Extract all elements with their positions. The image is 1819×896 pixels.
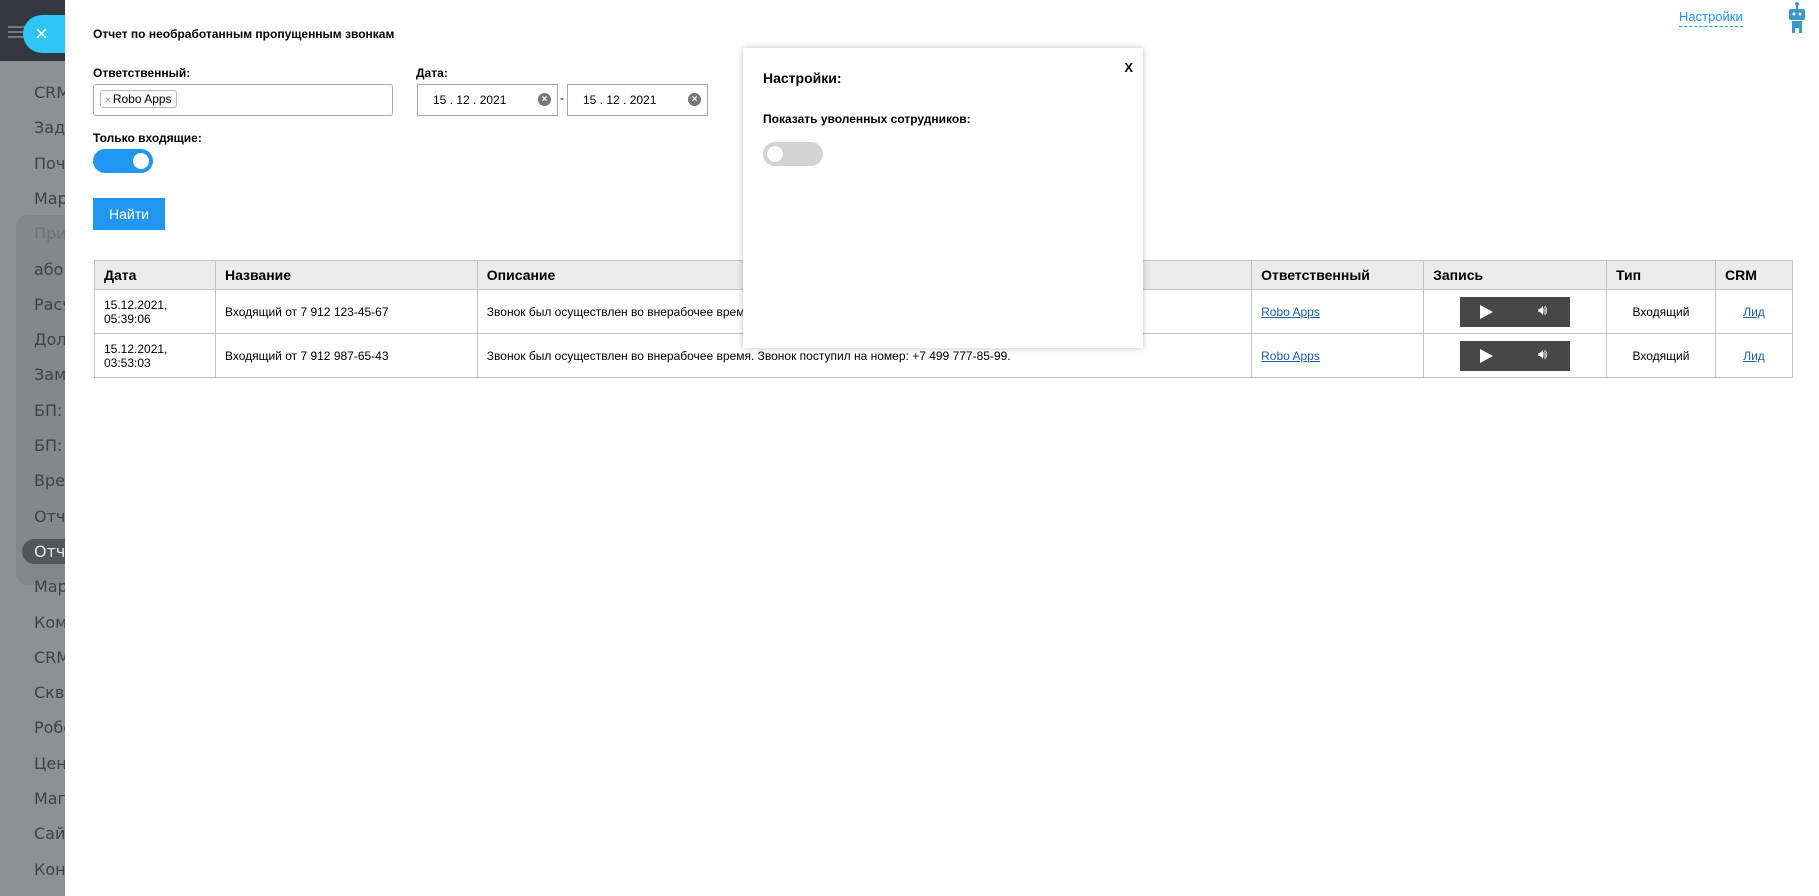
clear-icon[interactable]: ×: [688, 93, 701, 106]
sidebar-item[interactable]: Ком: [34, 613, 65, 632]
cell-name: Входящий от 7 912 987-65-43: [214, 333, 478, 378]
responsible-link[interactable]: Robo Apps: [1261, 305, 1320, 319]
sidebar-item[interactable]: CRM: [34, 648, 65, 667]
column-header-date: Дата: [94, 260, 216, 290]
volume-icon[interactable]: 🔊︎: [1538, 346, 1547, 363]
sidebar-item[interactable]: Цент: [34, 754, 65, 773]
find-button[interactable]: Найти: [93, 198, 165, 230]
cell-crm: Лид: [1714, 289, 1794, 334]
chip-label: Robo Apps: [112, 92, 172, 106]
sidebar-item[interactable]: Мар: [34, 189, 65, 208]
cell-recording: 🔊︎: [1423, 289, 1608, 334]
sidebar: × CRM Зада Почт Мар При абон Расч Долг Замє БП: С…: [0, 0, 65, 896]
column-header-recording: Запись: [1423, 260, 1608, 290]
incoming-only-toggle[interactable]: [93, 149, 153, 173]
cell-type: Входящий: [1606, 289, 1716, 334]
column-header-type: Тип: [1606, 260, 1716, 290]
cell-responsible: Robo Apps: [1251, 333, 1425, 378]
robot-icon[interactable]: [1787, 2, 1807, 34]
sidebar-item[interactable]: При: [34, 224, 65, 243]
clear-icon[interactable]: ×: [538, 93, 551, 106]
column-header-crm: CRM: [1714, 260, 1794, 290]
sidebar-item[interactable]: Врем: [34, 471, 65, 490]
sidebar-item[interactable]: БП: С: [34, 401, 65, 420]
modal-title: Настройки:: [763, 70, 842, 86]
sidebar-item[interactable]: Замє: [34, 365, 65, 384]
page-title: Отчет по необработанным пропущенным звон…: [93, 27, 395, 41]
cell-date: 15.12.2021, 05:39:06: [94, 289, 216, 334]
sidebar-item[interactable]: Расч: [34, 295, 65, 314]
cell-type: Входящий: [1606, 333, 1716, 378]
audio-player[interactable]: 🔊︎: [1460, 296, 1571, 327]
sidebar-topbar: ×: [0, 0, 65, 61]
sidebar-item[interactable]: CRM: [34, 83, 65, 102]
toggle-knob: [133, 153, 149, 169]
sidebar-item[interactable]: БП: З: [34, 436, 65, 455]
sidebar-item[interactable]: Мар: [34, 577, 65, 596]
toggle-knob: [767, 146, 783, 162]
responsible-input[interactable]: × Robo Apps: [93, 84, 393, 116]
responsible-chip: × Robo Apps: [100, 90, 177, 108]
cell-date: 15.12.2021, 03:53:03: [94, 333, 216, 378]
column-header-name: Название: [214, 260, 478, 290]
play-icon[interactable]: [1480, 304, 1494, 319]
remove-chip-icon[interactable]: ×: [105, 95, 111, 106]
close-slider-button[interactable]: ×: [23, 15, 65, 53]
sidebar-item[interactable]: Почт: [34, 154, 65, 173]
settings-modal: Настройки: X Показать уволенных сотрудни…: [743, 48, 1143, 348]
modal-close-button[interactable]: X: [1124, 60, 1133, 75]
cell-recording: 🔊︎: [1423, 333, 1608, 378]
show-dismissed-toggle[interactable]: [763, 142, 823, 166]
sidebar-item[interactable]: Долг: [34, 330, 65, 349]
sidebar-item[interactable]: Сайт: [34, 824, 65, 843]
show-dismissed-label: Показать уволенных сотрудников:: [763, 112, 971, 126]
sidebar-item[interactable]: абон: [34, 260, 65, 279]
play-icon[interactable]: [1480, 348, 1494, 363]
volume-icon[interactable]: 🔊︎: [1538, 302, 1547, 319]
sidebar-item[interactable]: Зада: [34, 118, 65, 137]
date-from-value: 15 . 12 . 2021: [433, 93, 507, 107]
crm-link[interactable]: Лид: [1743, 305, 1765, 319]
date-label: Дата:: [416, 66, 448, 80]
responsible-link[interactable]: Robo Apps: [1261, 349, 1320, 363]
sidebar-item[interactable]: Мага: [34, 789, 65, 808]
responsible-label: Ответственный:: [93, 66, 191, 80]
settings-link[interactable]: Настройки: [1679, 9, 1743, 27]
cell-responsible: Robo Apps: [1251, 289, 1425, 334]
column-header-responsible: Ответственный: [1251, 260, 1425, 290]
crm-link[interactable]: Лид: [1743, 349, 1765, 363]
date-separator: -: [560, 91, 564, 105]
cell-name: Входящий от 7 912 123-45-67: [214, 289, 478, 334]
audio-player[interactable]: 🔊︎: [1460, 340, 1571, 371]
sidebar-item[interactable]: Отче: [34, 507, 65, 526]
sidebar-item[interactable]: Скво: [34, 683, 65, 702]
date-from-input[interactable]: 15 . 12 . 2021 ×: [417, 84, 558, 116]
sidebar-item[interactable]: Отче: [22, 538, 65, 564]
incoming-only-label: Только входящие:: [93, 131, 202, 145]
date-to-value: 15 . 12 . 2021: [583, 93, 657, 107]
sidebar-item[interactable]: Конт: [34, 860, 65, 879]
date-to-input[interactable]: 15 . 12 . 2021 ×: [567, 84, 708, 116]
cell-crm: Лид: [1714, 333, 1794, 378]
sidebar-item[interactable]: Робо: [34, 718, 65, 737]
